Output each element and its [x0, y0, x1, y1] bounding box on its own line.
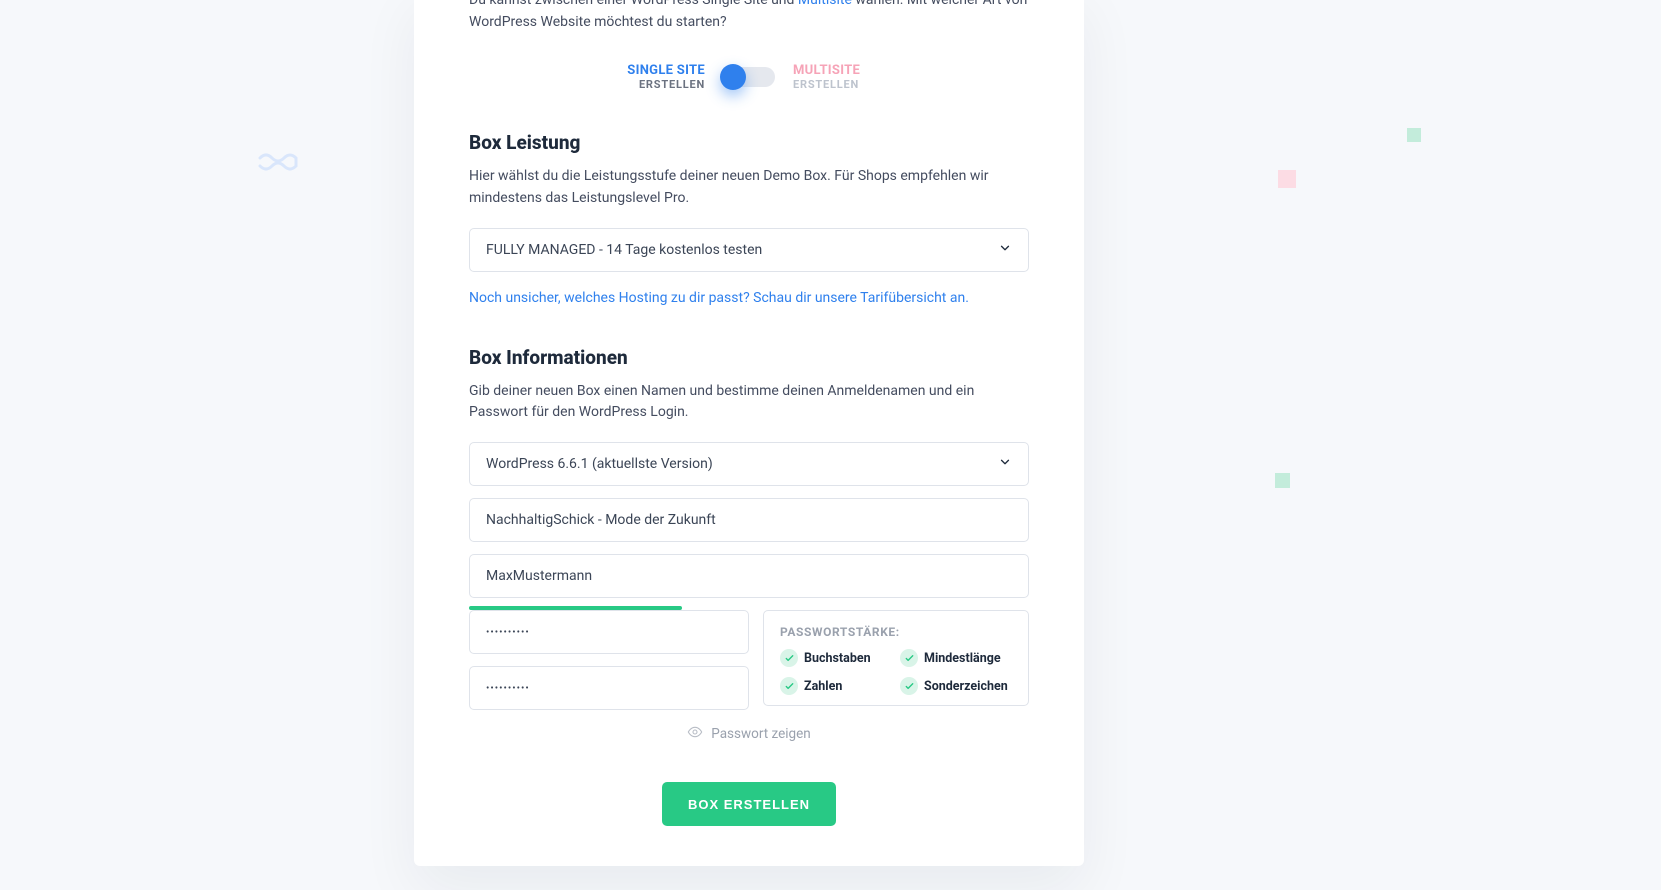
box-create-card: Du kannst zwischen einer WordPress Singl…: [414, 0, 1084, 866]
toggle-title: SINGLE SITE: [615, 63, 705, 78]
password-strength-panel: PASSWORTSTÄRKE: Buchstaben Mindestlänge …: [763, 610, 1029, 706]
wp-version-value: WordPress 6.6.1 (aktuellste Version): [486, 456, 713, 472]
box-name-input-wrapper: [469, 498, 1029, 542]
login-name-input[interactable]: [486, 568, 1012, 584]
site-type-toggle: SINGLE SITE ERSTELLEN MULTISITE ERSTELLE…: [469, 63, 1029, 91]
reveal-password-label: Passwort zeigen: [711, 726, 810, 742]
reveal-password-toggle[interactable]: Passwort zeigen: [469, 724, 1029, 744]
toggle-title: MULTISITE: [793, 63, 883, 78]
toggle-sub: ERSTELLEN: [793, 78, 883, 91]
decorative-square: [1278, 170, 1296, 188]
decorative-square: [1407, 128, 1421, 142]
check-label: Sonderzeichen: [924, 679, 1008, 694]
toggle-switch[interactable]: [723, 67, 775, 87]
box-name-input[interactable]: [486, 512, 1012, 528]
check-icon: [900, 677, 918, 695]
tariff-overview-link[interactable]: Noch unsicher, welches Hosting zu dir pa…: [469, 290, 969, 306]
box-info-title: Box Informationen: [469, 346, 1029, 369]
intro-prefix: Du kannst zwischen einer WordPress Singl…: [469, 0, 798, 8]
check-label: Buchstaben: [804, 651, 871, 666]
wp-version-select[interactable]: WordPress 6.6.1 (aktuellste Version): [469, 442, 1029, 486]
box-performance-title: Box Leistung: [469, 131, 1029, 154]
password-input[interactable]: ••••••••••: [486, 627, 530, 638]
box-performance-desc: Hier wählst du die Leistungsstufe deiner…: [469, 166, 1029, 209]
decorative-square: [1275, 473, 1290, 488]
password-input-wrapper: ••••••••••: [469, 610, 749, 654]
create-box-button[interactable]: BOX ERSTELLEN: [662, 782, 836, 826]
check-numbers: Zahlen: [780, 677, 892, 695]
check-label: Zahlen: [804, 679, 842, 694]
login-name-input-wrapper: [469, 554, 1029, 598]
password-confirm-input-wrapper: ••••••••••: [469, 666, 749, 710]
toggle-sub: ERSTELLEN: [615, 78, 705, 91]
check-letters: Buchstaben: [780, 649, 892, 667]
check-minlen: Mindestlänge: [900, 649, 1012, 667]
box-info-desc: Gib deiner neuen Box einen Namen und bes…: [469, 381, 1029, 424]
eye-icon: [687, 724, 703, 744]
chevron-down-icon: [998, 241, 1012, 259]
multisite-link[interactable]: Multisite: [798, 0, 852, 8]
password-strength-title: PASSWORTSTÄRKE:: [780, 625, 1012, 639]
toggle-switch-knob: [720, 64, 746, 90]
check-icon: [900, 649, 918, 667]
toggle-option-multi[interactable]: MULTISITE ERSTELLEN: [793, 63, 883, 91]
chevron-down-icon: [998, 455, 1012, 473]
performance-select[interactable]: FULLY MANAGED - 14 Tage kostenlos testen: [469, 228, 1029, 272]
performance-select-value: FULLY MANAGED - 14 Tage kostenlos testen: [486, 242, 762, 258]
check-icon: [780, 649, 798, 667]
password-confirm-input[interactable]: ••••••••••: [486, 683, 530, 694]
toggle-option-single[interactable]: SINGLE SITE ERSTELLEN: [615, 63, 705, 91]
check-icon: [780, 677, 798, 695]
check-special: Sonderzeichen: [900, 677, 1012, 695]
site-type-intro: Du kannst zwischen einer WordPress Singl…: [469, 0, 1029, 33]
decorative-squiggle: [258, 150, 298, 174]
check-label: Mindestlänge: [924, 651, 1001, 666]
